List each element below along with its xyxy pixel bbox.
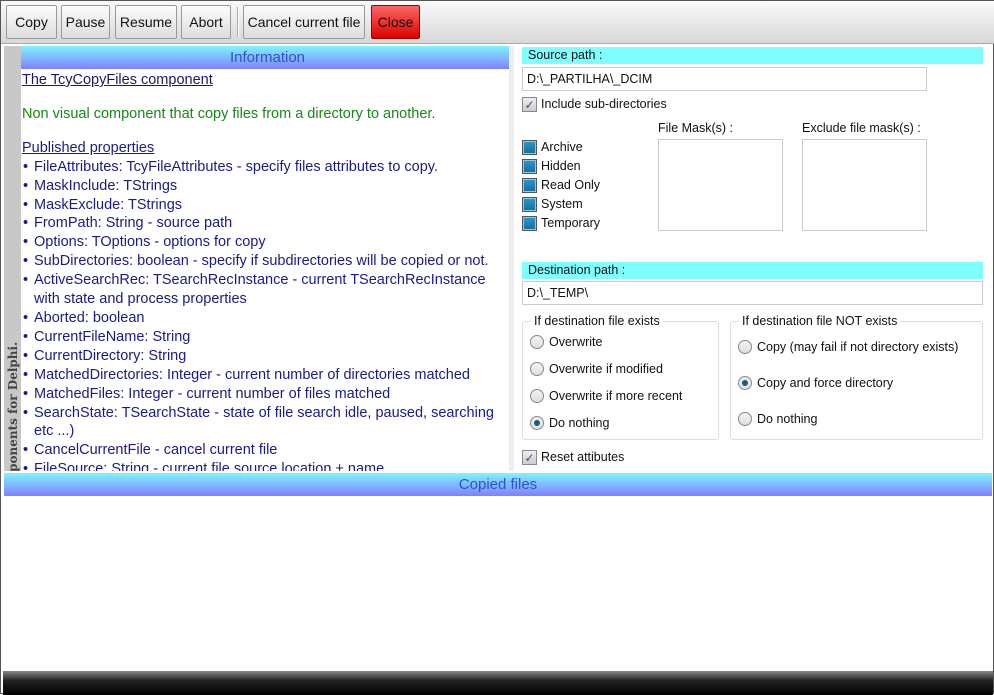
attribute-label: Read Only — [541, 178, 601, 192]
property-item: CurrentFileName: String — [22, 328, 508, 347]
attribute-label: Hidden — [541, 159, 581, 173]
radio-icon — [738, 412, 752, 426]
file-mask-textarea[interactable] — [658, 139, 783, 231]
information-header: Information — [21, 46, 514, 69]
radio-label: Copy (may fail if not directory exists) — [757, 340, 959, 354]
radio-icon — [738, 340, 752, 354]
property-item: FromPath: String - source path — [22, 214, 508, 233]
attribute-checkbox-system[interactable]: System — [522, 195, 583, 213]
file-mask-label: File Mask(s) : — [658, 121, 733, 135]
source-path-label: Source path : — [522, 47, 983, 64]
property-item: CancelCurrentFile - cancel current file — [22, 441, 508, 460]
published-properties-link[interactable]: Published properties — [22, 139, 508, 158]
properties-list: FileAttributes: TcyFileAttributes - spec… — [22, 158, 508, 471]
exclude-file-mask-label: Exclude file mask(s) : — [802, 121, 921, 135]
pause-button[interactable]: Pause — [61, 5, 110, 39]
property-item: SubDirectories: boolean - specify if sub… — [22, 252, 508, 271]
exclude-file-mask-textarea[interactable] — [802, 139, 927, 231]
property-item: ActiveSearchRec: TSearchRecInstance - cu… — [22, 271, 508, 309]
radio-option[interactable]: Do nothing — [530, 416, 609, 430]
source-path-input[interactable]: D:\_PARTILHA\_DCIM — [522, 67, 927, 91]
property-item: FileSource: String - current file source… — [22, 460, 508, 471]
component-title-link[interactable]: The TcyCopyFiles component — [22, 71, 508, 90]
resume-button[interactable]: Resume — [115, 5, 177, 39]
radio-icon — [530, 335, 544, 349]
information-content: The TcyCopyFiles component Non visual co… — [22, 70, 508, 471]
property-item: Options: TOptions - options for copy — [22, 233, 508, 252]
radio-option[interactable]: Do nothing — [738, 412, 817, 426]
close-button[interactable]: Close — [371, 5, 420, 39]
radio-label: Overwrite if modified — [549, 362, 663, 376]
radio-option[interactable]: Overwrite if modified — [530, 362, 663, 376]
radio-icon — [530, 362, 544, 376]
checkbox-icon — [522, 177, 537, 193]
attribute-label: Temporary — [541, 216, 601, 230]
attribute-checkbox-temporary[interactable]: Temporary — [522, 214, 600, 232]
attribute-label: Archive — [541, 140, 583, 154]
checkbox-icon — [522, 139, 537, 155]
if-not-exists-group-title: If destination file NOT exists — [739, 314, 901, 328]
if-exists-group: If destination file exists Overwrite Over… — [522, 314, 719, 440]
reset-attributes-checkbox[interactable]: ✓ Reset attibutes — [522, 448, 624, 466]
abort-button[interactable]: Abort — [181, 5, 231, 39]
radio-label: Copy and force directory — [757, 376, 894, 390]
cancel-current-file-button[interactable]: Cancel current file — [243, 5, 365, 39]
radio-option[interactable]: Copy and force directory — [738, 376, 893, 390]
property-item: FileAttributes: TcyFileAttributes - spec… — [22, 158, 508, 177]
include-subdirectories-label: Include sub-directories — [541, 97, 667, 111]
radio-label: Overwrite — [549, 335, 603, 349]
toolbar: Copy Pause Resume Abort Cancel current f… — [1, 1, 994, 44]
property-item: MaskExclude: TStrings — [22, 196, 508, 215]
include-subdirectories-checkbox[interactable]: ✓ Include sub-directories — [522, 95, 667, 113]
radio-label: Overwrite if more recent — [549, 389, 683, 403]
side-label: Free TcyComponents for Delphi. — [6, 341, 20, 471]
status-bar — [3, 671, 993, 695]
radio-label: Do nothing — [757, 412, 818, 426]
property-item: Aborted: boolean — [22, 309, 508, 328]
side-label-strip: Free TcyComponents for Delphi. — [4, 46, 21, 471]
radio-option[interactable]: Overwrite — [530, 335, 602, 349]
check-icon: ✓ — [522, 96, 537, 112]
toolbar-separator — [237, 7, 239, 37]
destination-path-input[interactable]: D:\_TEMP\ — [522, 281, 983, 305]
radio-option[interactable]: Overwrite if more recent — [530, 389, 682, 403]
copied-files-header: Copied files — [4, 473, 992, 496]
radio-icon — [738, 376, 752, 390]
destination-path-label: Destination path : — [522, 262, 983, 279]
reset-attributes-label: Reset attibutes — [541, 450, 625, 464]
radio-icon — [530, 389, 544, 403]
check-icon: ✓ — [522, 449, 537, 465]
copy-button[interactable]: Copy — [6, 5, 57, 39]
radio-icon — [530, 416, 544, 430]
vertical-scrollbar[interactable] — [509, 46, 514, 471]
radio-label: Do nothing — [549, 416, 610, 430]
options-panel: Source path : D:\_PARTILHA\_DCIM ✓ Includ… — [519, 46, 992, 471]
property-item: MatchedFiles: Integer - current number o… — [22, 385, 508, 404]
checkbox-icon — [522, 158, 537, 174]
property-item: MaskInclude: TStrings — [22, 177, 508, 196]
if-exists-group-title: If destination file exists — [531, 314, 663, 328]
attribute-checkbox-hidden[interactable]: Hidden — [522, 157, 581, 175]
checkbox-icon — [522, 196, 537, 212]
radio-option[interactable]: Copy (may fail if not directory exists) — [738, 340, 958, 354]
information-panel: Free TcyComponents for Delphi. Informati… — [4, 46, 514, 471]
property-item: SearchState: TSearchState - state of fil… — [22, 404, 508, 442]
checkbox-icon — [522, 215, 537, 231]
if-not-exists-group: If destination file NOT exists Copy (may… — [730, 314, 983, 440]
component-description: Non visual component that copy files fro… — [22, 105, 436, 122]
attribute-checkbox-archive[interactable]: Archive — [522, 138, 583, 156]
property-item: MatchedDirectories: Integer - current nu… — [22, 366, 508, 385]
attribute-checkbox-read-only[interactable]: Read Only — [522, 176, 600, 194]
attribute-label: System — [541, 197, 583, 211]
property-item: CurrentDirectory: String — [22, 347, 508, 366]
copied-files-list[interactable] — [4, 496, 992, 671]
